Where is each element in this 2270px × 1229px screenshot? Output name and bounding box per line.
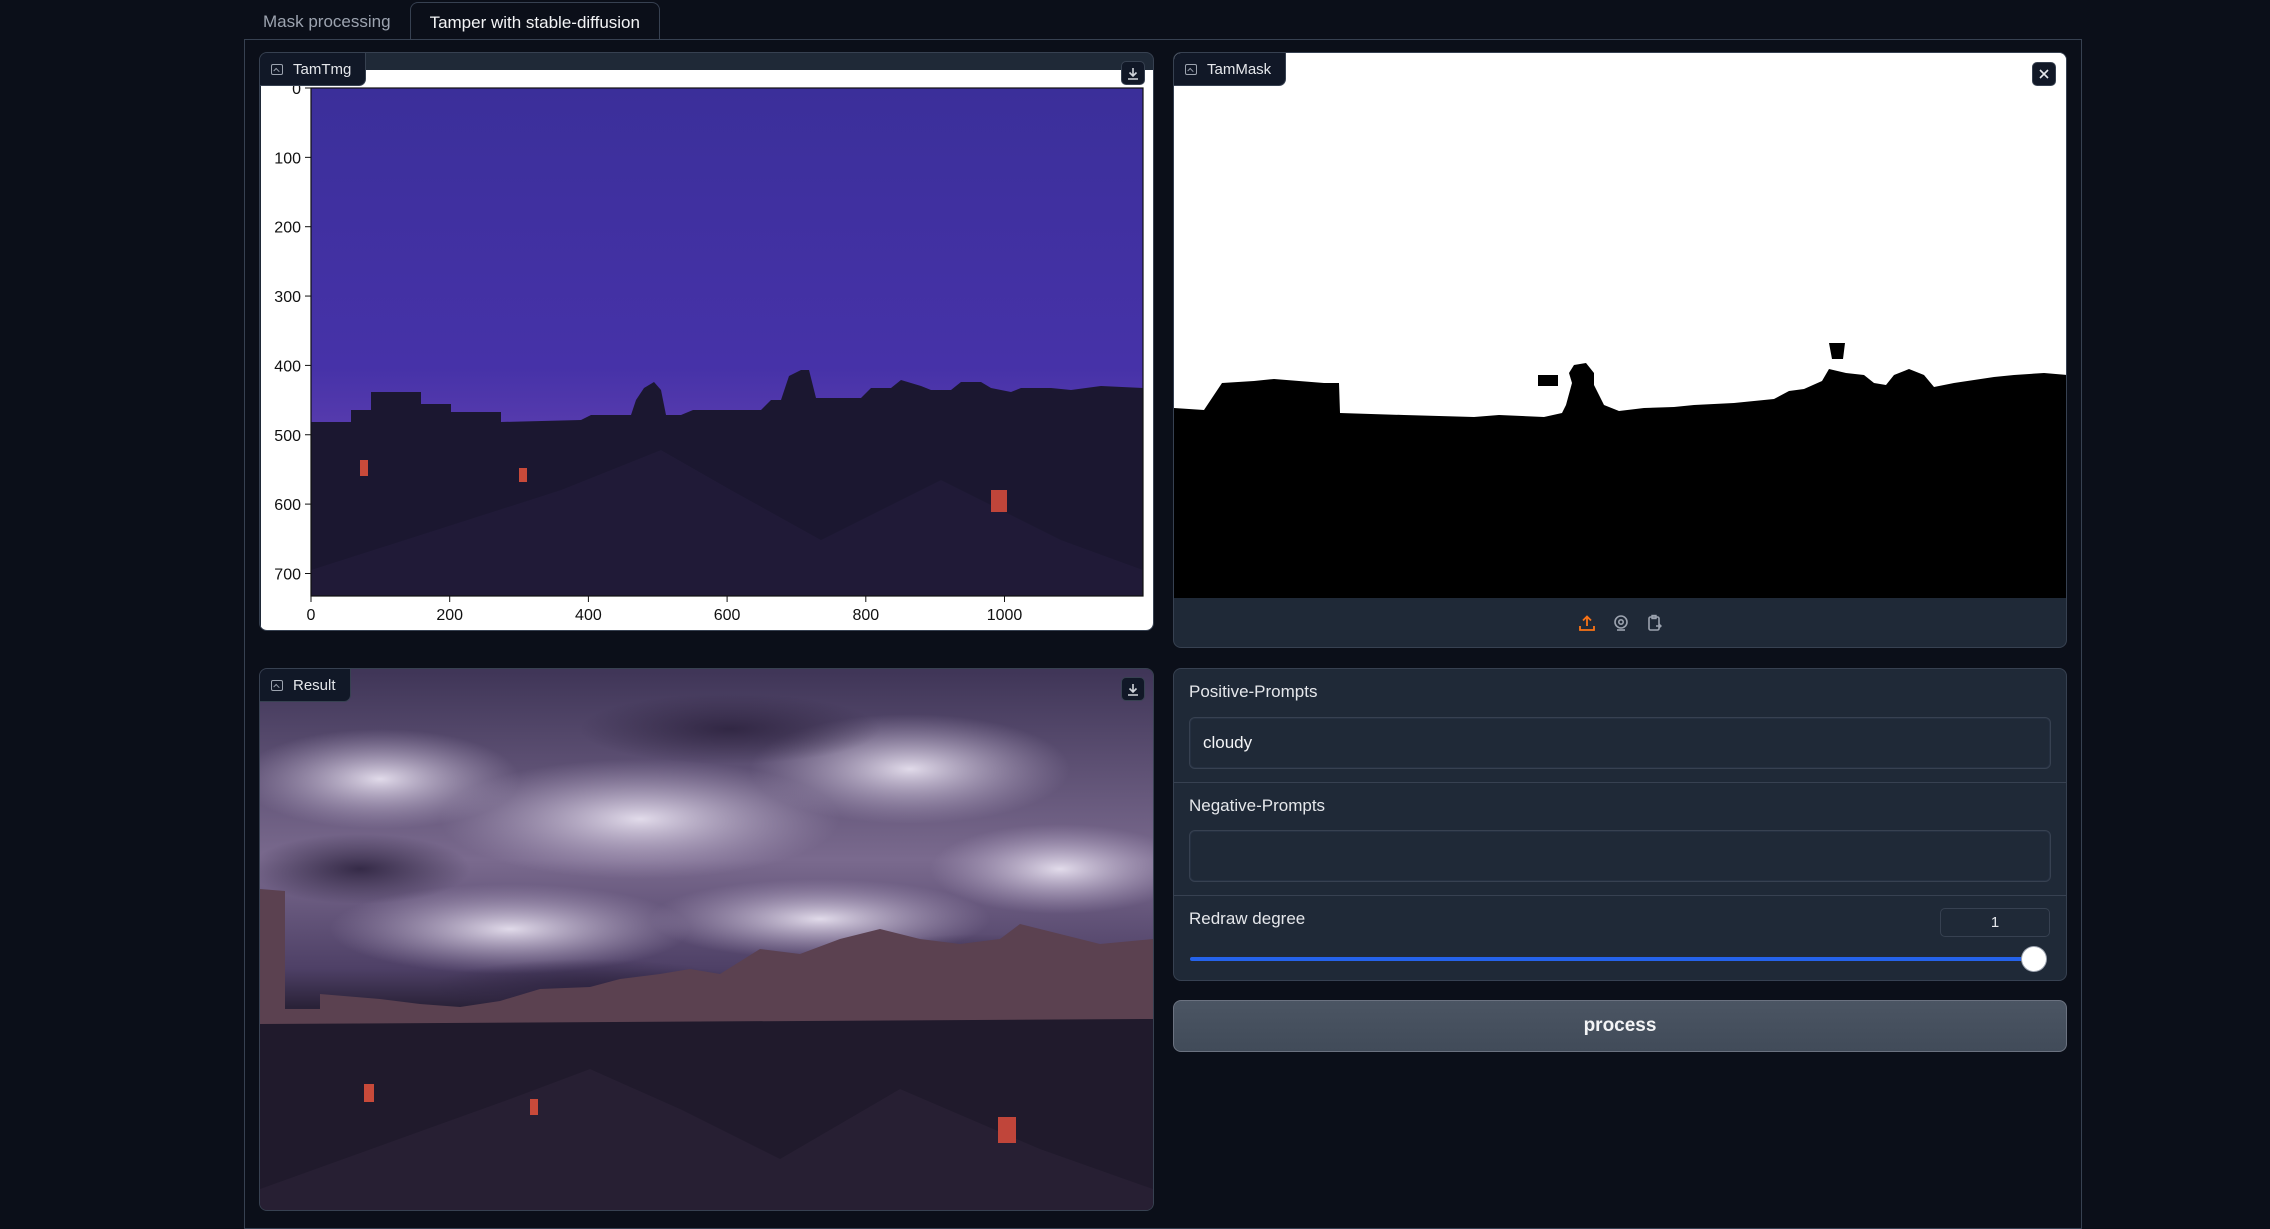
y-tick-label: 400: [274, 358, 301, 375]
positive-prompts-label: Positive-Prompts: [1189, 682, 1318, 701]
image-icon: [1185, 63, 1197, 75]
window-light: [519, 468, 527, 482]
tam-image-plot: 0 200 400 600 800 1000 0 100 200 300 400 500 600 700: [261, 70, 1153, 630]
redraw-degree-number[interactable]: [1940, 908, 2050, 937]
tam-mask-canvas[interactable]: [1174, 53, 2067, 598]
process-button[interactable]: process: [1173, 1000, 2067, 1052]
x-tick-label: 0: [307, 607, 316, 624]
tam-image-label: TamTmg: [260, 53, 367, 86]
y-tick-label: 100: [274, 150, 301, 167]
result-label-text: Result: [293, 676, 336, 694]
image-icon: [271, 63, 283, 75]
divider: [1174, 895, 2066, 896]
clipboard-button[interactable]: [1645, 613, 1665, 633]
window-light: [530, 1099, 538, 1115]
download-icon: [1128, 67, 1138, 80]
window-light: [991, 490, 1007, 512]
tam-mask-label-text: TamMask: [1207, 60, 1272, 78]
x-tick-label: 800: [852, 607, 879, 624]
mask-shape: [1538, 375, 1558, 386]
y-tick-label: 200: [274, 220, 301, 237]
y-tick-label: 300: [274, 289, 301, 306]
image-icon: [271, 679, 283, 691]
divider: [1174, 782, 2066, 783]
x-axis: 0 200 400 600 800 1000: [307, 596, 1023, 624]
window-light: [364, 1084, 374, 1102]
y-axis: 0100200300400500600700: [274, 81, 311, 583]
mask-toolbar: [1174, 598, 2066, 647]
close-icon: [2039, 69, 2049, 79]
tam-image-panel: TamTmg 0 200 400 600 800 1000 0 100 200 300 400 50…: [259, 52, 1154, 631]
clear-mask-button[interactable]: [2032, 62, 2056, 86]
result-panel: Result: [259, 668, 1154, 1211]
y-tick-label: 700: [274, 566, 301, 583]
webcam-button[interactable]: [1611, 613, 1631, 633]
tam-image-label-text: TamTmg: [293, 60, 352, 78]
window-light: [998, 1117, 1016, 1143]
x-tick-label: 1000: [987, 607, 1023, 624]
webcam-icon: [1613, 615, 1628, 631]
tam-mask-panel: TamMask: [1173, 52, 2067, 648]
tab-bar: Mask processing Tamper with stable-diffu…: [244, 0, 660, 40]
tam-mask-label: TamMask: [1174, 53, 1287, 86]
download-button[interactable]: [1121, 61, 1145, 85]
y-tick-label: 600: [274, 497, 301, 514]
negative-prompts-input[interactable]: [1189, 830, 2051, 882]
download-icon: [1128, 683, 1138, 696]
download-button[interactable]: [1121, 677, 1145, 701]
clipboard-icon: [1647, 614, 1662, 631]
result-label: Result: [260, 669, 351, 702]
negative-prompts-label: Negative-Prompts: [1189, 796, 1326, 815]
upload-icon: [1578, 615, 1595, 631]
redraw-degree-slider[interactable]: [1190, 957, 2046, 961]
x-tick-label: 200: [436, 607, 463, 624]
x-tick-label: 400: [575, 607, 602, 624]
upload-button[interactable]: [1577, 613, 1597, 633]
tab-mask-processing[interactable]: Mask processing: [244, 2, 410, 40]
y-tick-label: 500: [274, 428, 301, 445]
x-tick-label: 600: [714, 607, 741, 624]
positive-prompts-input[interactable]: [1189, 717, 2051, 769]
window-light: [360, 460, 368, 476]
result-image: [260, 669, 1153, 1210]
prompt-form: Positive-Prompts Negative-Prompts Redraw…: [1173, 668, 2067, 981]
redraw-degree-slider-thumb[interactable]: [2022, 947, 2046, 971]
tab-tamper-stable-diffusion[interactable]: Tamper with stable-diffusion: [409, 2, 660, 40]
redraw-degree-label: Redraw degree: [1189, 909, 1306, 928]
